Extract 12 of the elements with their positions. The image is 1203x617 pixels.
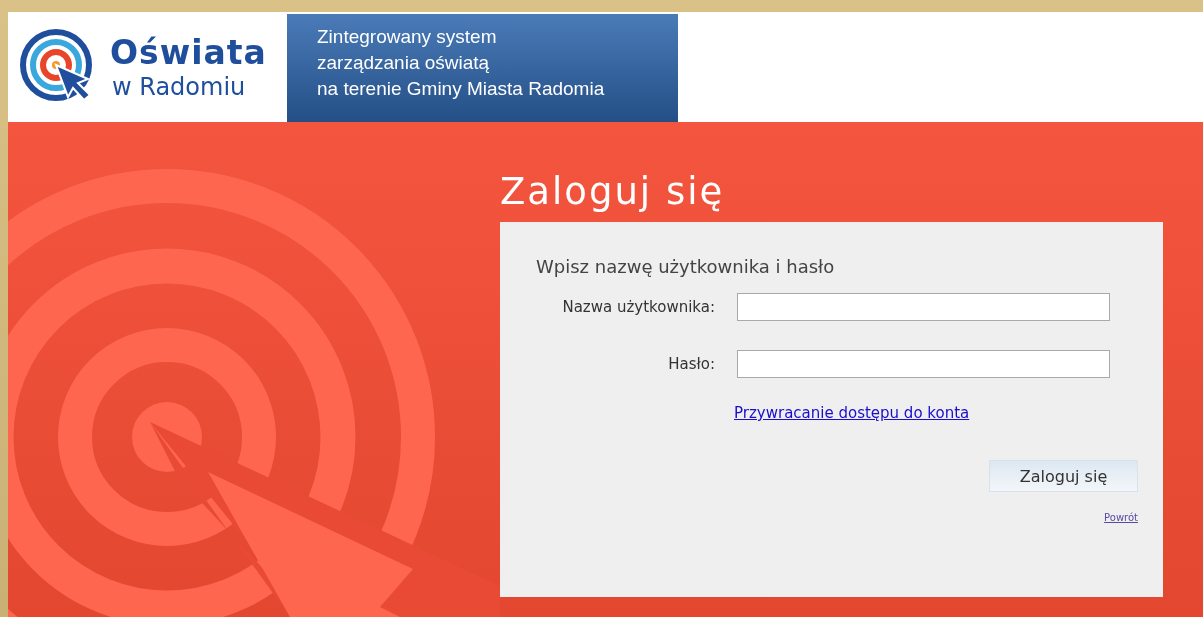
password-field[interactable]: [737, 350, 1110, 378]
login-button[interactable]: Zaloguj się: [989, 460, 1138, 492]
tagline-banner: Zintegrowany system zarządzania oświatą na terenie Gminy Miasta Radomia: [287, 14, 678, 122]
username-field[interactable]: [737, 293, 1110, 321]
back-link[interactable]: Powrót: [1104, 512, 1138, 523]
recovery-link[interactable]: Przywracanie dostępu do konta: [734, 404, 970, 422]
logo-title: Oświata: [110, 35, 267, 69]
field-label: Hasło:: [667, 355, 715, 373]
logo-subtitle: w Radomiu: [111, 74, 247, 99]
field-label: Nazwa użytkownika:: [561, 298, 715, 316]
form-heading: Wpisz nazwę użytkownika i hasło: [536, 256, 836, 277]
login-title: Zaloguj się: [500, 169, 726, 215]
